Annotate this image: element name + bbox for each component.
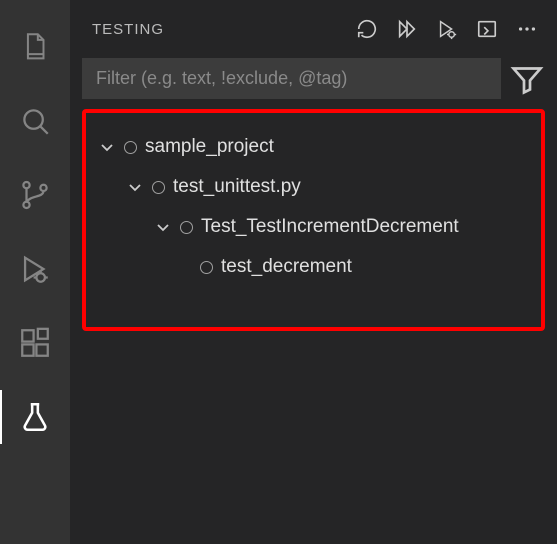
test-state-icon: [152, 181, 165, 194]
panel-header: TESTING: [82, 8, 545, 50]
refresh-icon: [356, 18, 378, 40]
funnel-icon: [509, 61, 545, 97]
tree-node-project[interactable]: sample_project: [96, 127, 531, 167]
test-state-icon: [200, 261, 213, 274]
more-actions-button[interactable]: [509, 11, 545, 47]
show-output-button[interactable]: [469, 11, 505, 47]
filter-row: [82, 58, 545, 99]
activity-bar: [0, 0, 70, 544]
filter-input[interactable]: [82, 58, 501, 99]
run-debug-icon: [18, 252, 52, 286]
beaker-icon: [18, 400, 52, 434]
chevron-down-icon: [98, 138, 116, 156]
activity-item-source-control[interactable]: [0, 160, 70, 230]
run-all-button[interactable]: [389, 11, 425, 47]
activity-item-search[interactable]: [0, 86, 70, 156]
extensions-icon: [18, 326, 52, 360]
tree-node-file[interactable]: test_unittest.py: [96, 167, 531, 207]
activity-item-extensions[interactable]: [0, 308, 70, 378]
panel-title: TESTING: [82, 21, 345, 38]
tree-node-class[interactable]: Test_TestIncrementDecrement: [96, 207, 531, 247]
debug-run-icon: [436, 18, 458, 40]
activity-item-testing[interactable]: [0, 382, 70, 452]
chevron-down-icon: [126, 178, 144, 196]
filter-button[interactable]: [509, 61, 545, 97]
debug-all-button[interactable]: [429, 11, 465, 47]
tree-node-test[interactable]: test_decrement: [96, 247, 531, 287]
test-tree: sample_project test_unittest.py Test_Tes…: [82, 109, 545, 331]
test-state-icon: [180, 221, 193, 234]
files-icon: [18, 30, 52, 64]
tree-node-label: sample_project: [145, 136, 274, 158]
tree-node-label: test_decrement: [221, 256, 352, 278]
activity-item-run-debug[interactable]: [0, 234, 70, 304]
activity-item-explorer[interactable]: [0, 12, 70, 82]
test-state-icon: [124, 141, 137, 154]
tree-node-label: test_unittest.py: [173, 176, 301, 198]
refresh-button[interactable]: [349, 11, 385, 47]
testing-panel: TESTING: [70, 0, 557, 544]
chevron-down-icon: [154, 218, 172, 236]
ellipsis-icon: [516, 18, 538, 40]
terminal-output-icon: [476, 18, 498, 40]
run-all-icon: [396, 18, 418, 40]
search-icon: [18, 104, 52, 138]
tree-node-label: Test_TestIncrementDecrement: [201, 216, 459, 238]
git-branch-icon: [18, 178, 52, 212]
